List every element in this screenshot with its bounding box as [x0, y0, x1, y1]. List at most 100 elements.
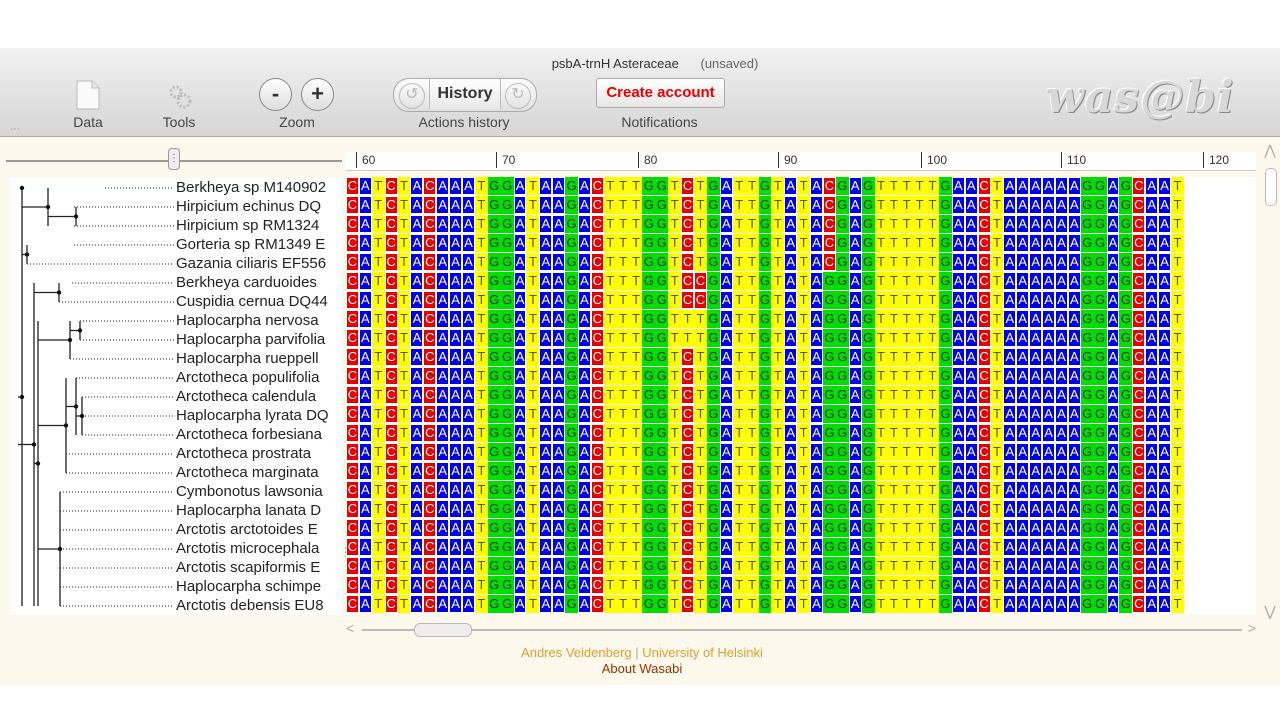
taxon-label[interactable]: Arctotheca populifolia — [176, 368, 342, 387]
nucleotide-cell[interactable]: C — [977, 424, 991, 442]
nucleotide-cell[interactable]: G — [1080, 424, 1094, 442]
nucleotide-cell[interactable]: A — [410, 462, 424, 480]
nucleotide-cell[interactable]: C — [977, 443, 991, 461]
nucleotide-cell[interactable]: G — [487, 576, 501, 594]
nucleotide-cell[interactable]: T — [797, 576, 811, 594]
nucleotide-cell[interactable]: G — [487, 253, 501, 271]
nucleotide-cell[interactable]: T — [694, 538, 707, 556]
taxon-label[interactable]: Arctotheca forbesiana — [176, 425, 342, 444]
nucleotide-cell[interactable]: G — [1093, 405, 1107, 423]
nucleotide-cell[interactable]: A — [436, 538, 450, 556]
nucleotide-cell[interactable]: T — [874, 177, 888, 195]
nucleotide-cell[interactable]: C — [1132, 196, 1146, 214]
nucleotide-cell[interactable]: A — [1067, 443, 1081, 461]
nucleotide-cell[interactable]: A — [1106, 405, 1120, 423]
nucleotide-cell[interactable]: A — [1029, 443, 1043, 461]
nucleotide-cell[interactable]: A — [410, 443, 424, 461]
nucleotide-cell[interactable]: G — [861, 405, 875, 423]
nucleotide-cell[interactable]: C — [346, 310, 359, 328]
nucleotide-cell[interactable]: T — [745, 177, 759, 195]
nucleotide-cell[interactable]: T — [797, 329, 811, 347]
nucleotide-cell[interactable]: A — [810, 253, 823, 271]
nucleotide-cell[interactable]: G — [500, 500, 514, 518]
nucleotide-cell[interactable]: G — [861, 443, 875, 461]
nucleotide-cell[interactable]: A — [358, 367, 372, 385]
nucleotide-cell[interactable]: T — [694, 443, 707, 461]
nucleotide-cell[interactable]: A — [1042, 424, 1055, 442]
nucleotide-cell[interactable]: A — [1158, 177, 1171, 195]
nucleotide-cell[interactable]: A — [848, 462, 862, 480]
nucleotide-cell[interactable]: T — [526, 576, 540, 594]
nucleotide-cell[interactable]: G — [487, 310, 501, 328]
nucleotide-cell[interactable]: T — [913, 348, 927, 366]
nucleotide-cell[interactable]: A — [552, 177, 566, 195]
nucleotide-cell[interactable]: T — [371, 443, 385, 461]
nucleotide-cell[interactable]: G — [706, 500, 720, 518]
nucleotide-cell[interactable]: C — [384, 462, 398, 480]
nucleotide-cell[interactable]: T — [668, 538, 682, 556]
nucleotide-cell[interactable]: T — [474, 481, 488, 499]
nucleotide-cell[interactable]: T — [526, 462, 540, 480]
nucleotide-cell[interactable]: A — [719, 386, 733, 404]
nucleotide-cell[interactable]: T — [616, 538, 630, 556]
sequence-row[interactable]: CATCTACAAATGGATAAGACTTTGGTCTGATTGTATAGGA… — [346, 538, 1184, 557]
nucleotide-cell[interactable]: A — [719, 538, 733, 556]
nucleotide-cell[interactable]: G — [1119, 215, 1133, 233]
nucleotide-cell[interactable]: G — [487, 177, 501, 195]
nucleotide-cell[interactable]: T — [874, 576, 888, 594]
undo-icon[interactable]: ↺ — [399, 83, 425, 109]
nucleotide-cell[interactable]: G — [655, 272, 669, 290]
nucleotide-cell[interactable]: G — [758, 291, 772, 309]
nucleotide-cell[interactable]: A — [951, 462, 965, 480]
nucleotide-cell[interactable]: G — [706, 595, 720, 613]
nucleotide-cell[interactable]: A — [358, 462, 372, 480]
nucleotide-cell[interactable]: A — [358, 329, 372, 347]
nucleotide-cell[interactable]: G — [642, 405, 656, 423]
nucleotide-cell[interactable]: T — [474, 576, 488, 594]
nucleotide-cell[interactable]: A — [462, 595, 475, 613]
nucleotide-cell[interactable]: A — [1054, 253, 1068, 271]
nucleotide-cell[interactable]: T — [474, 557, 488, 575]
nucleotide-cell[interactable]: G — [565, 386, 579, 404]
nucleotide-cell[interactable]: A — [1003, 367, 1017, 385]
nucleotide-cell[interactable]: T — [797, 424, 811, 442]
nucleotide-cell[interactable]: G — [835, 405, 849, 423]
sequence-row[interactable]: CATCTACAAATGGATAAGACTTTGGTCTGATTGTATAGGA… — [346, 348, 1184, 367]
nucleotide-cell[interactable]: T — [629, 462, 643, 480]
nucleotide-cell[interactable]: A — [462, 196, 475, 214]
taxon-label[interactable]: Arctotis scapiformis E — [176, 558, 342, 577]
nucleotide-cell[interactable]: T — [874, 234, 888, 252]
nucleotide-cell[interactable]: C — [977, 386, 991, 404]
nucleotide-cell[interactable]: A — [1158, 424, 1171, 442]
nucleotide-cell[interactable]: A — [1029, 253, 1043, 271]
nucleotide-cell[interactable]: G — [938, 386, 952, 404]
nucleotide-cell[interactable]: A — [449, 481, 463, 499]
nucleotide-cell[interactable]: T — [990, 310, 1004, 328]
taxon-label[interactable]: Arctotis arctotoides E — [176, 520, 342, 539]
nucleotide-cell[interactable]: A — [951, 348, 965, 366]
nucleotide-cell[interactable]: T — [629, 386, 643, 404]
nucleotide-cell[interactable]: G — [487, 272, 501, 290]
nucleotide-cell[interactable]: G — [1080, 481, 1094, 499]
nucleotide-cell[interactable]: G — [706, 481, 720, 499]
taxon-label[interactable]: Arctotis microcephala — [176, 539, 342, 558]
nucleotide-cell[interactable]: T — [694, 576, 707, 594]
nucleotide-cell[interactable]: A — [719, 348, 733, 366]
nucleotide-cell[interactable]: G — [938, 424, 952, 442]
nucleotide-cell[interactable]: A — [462, 443, 475, 461]
nucleotide-cell[interactable]: A — [1016, 234, 1030, 252]
nucleotide-cell[interactable]: A — [436, 424, 450, 442]
nucleotide-cell[interactable]: G — [565, 462, 579, 480]
nucleotide-cell[interactable]: A — [552, 234, 566, 252]
nucleotide-cell[interactable]: A — [784, 500, 798, 518]
nucleotide-cell[interactable]: A — [848, 557, 862, 575]
nucleotide-cell[interactable]: T — [1171, 234, 1184, 252]
nucleotide-cell[interactable]: A — [1016, 367, 1030, 385]
taxon-label[interactable]: Haplocarpha parvifolia — [176, 330, 342, 349]
nucleotide-cell[interactable]: A — [513, 576, 527, 594]
nucleotide-cell[interactable]: G — [500, 215, 514, 233]
about-link[interactable]: About Wasabi — [0, 661, 1280, 677]
nucleotide-cell[interactable]: T — [926, 253, 939, 271]
nucleotide-cell[interactable]: T — [474, 367, 488, 385]
nucleotide-cell[interactable]: A — [1054, 405, 1068, 423]
